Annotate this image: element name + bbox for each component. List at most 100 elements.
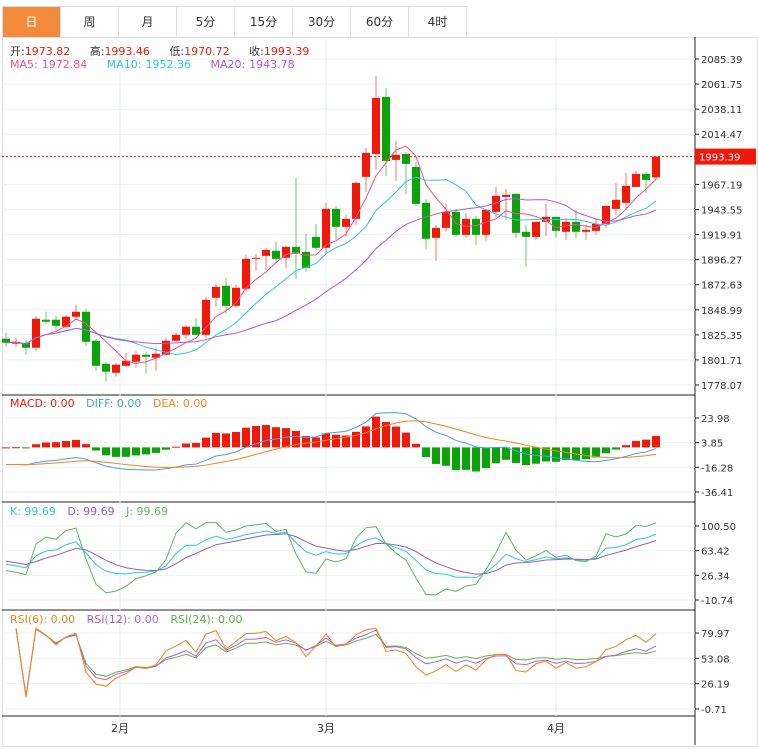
rsi-tick-label: 53.08 — [701, 654, 730, 665]
candle-up — [62, 316, 70, 327]
candle-up — [622, 185, 630, 203]
x-axis-label: 2月 — [111, 722, 129, 735]
macd-bar — [12, 447, 20, 449]
macd-bar — [182, 443, 190, 448]
last-price-label: 1993.39 — [699, 153, 740, 164]
candle-down — [642, 173, 650, 180]
candle-up — [652, 156, 660, 178]
macd-bar — [552, 447, 560, 462]
candle-down — [102, 363, 110, 372]
open-label: 开: — [10, 45, 25, 58]
candle-up — [532, 221, 540, 237]
macd-bar — [372, 416, 380, 448]
macd-bar — [462, 447, 470, 470]
candle-down — [82, 311, 90, 342]
candle-up — [252, 257, 260, 259]
macd-bar — [72, 439, 80, 448]
macd-bar — [632, 440, 640, 448]
rsi-legend: RSI(6): 0.00 RSI(12): 0.00 RSI(24): 0.00 — [10, 613, 250, 626]
macd-bar — [192, 442, 200, 448]
price-tick-label: 1919.91 — [701, 231, 742, 242]
ma5-value: 1972.84 — [41, 58, 88, 71]
k-line — [5, 530, 657, 579]
candle-up — [242, 258, 250, 289]
macd-bar — [602, 447, 610, 454]
price-tick-label: 1848.99 — [701, 306, 742, 317]
ma10-value: 1952.36 — [145, 58, 191, 71]
candle-down — [192, 326, 200, 335]
macd-bar — [242, 427, 250, 448]
kdj-tick-label: 100.50 — [701, 522, 736, 533]
macd-bar — [272, 427, 280, 448]
close-label: 收: — [249, 45, 264, 58]
candle-down — [292, 246, 300, 253]
macd-tick-label: 23.98 — [701, 414, 730, 425]
candle-up — [262, 249, 270, 256]
candle-up — [172, 334, 180, 341]
macd-bar — [262, 425, 270, 448]
candle-up — [202, 299, 210, 335]
macd-bar — [362, 426, 370, 448]
candle-up — [182, 326, 190, 335]
candle-up — [322, 208, 330, 248]
candle-down — [572, 221, 580, 232]
candle-up — [212, 286, 220, 298]
j-value: J: 99.69 — [126, 505, 169, 518]
low-value: 1970.72 — [184, 45, 230, 58]
candle-up — [442, 211, 450, 228]
price-tick-label: 2038.11 — [701, 105, 742, 116]
macd-bar — [172, 446, 180, 448]
ma-legend: MA5: 1972.84 MA10: 1952.36 MA20: 1943.78 — [10, 58, 311, 71]
candle-up — [372, 97, 380, 154]
macd-bar — [332, 434, 340, 448]
kdj-legend: K: 99.69 D: 99.69 J: 99.69 — [10, 505, 176, 518]
rsi24-value: RSI(24): 0.00 — [170, 613, 243, 626]
ma5-label: MA5: — [10, 58, 38, 71]
macd-bar — [142, 447, 150, 455]
kdj-tick-label: 26.34 — [701, 571, 730, 582]
macd-bar — [652, 435, 660, 448]
low-label: 低: — [169, 45, 185, 58]
macd-tick-label: -16.28 — [701, 463, 733, 474]
candle-up — [632, 173, 640, 187]
kdj-tick-label: 63.42 — [701, 547, 730, 558]
candle-up — [612, 199, 620, 209]
macd-bar — [122, 447, 130, 457]
dea-value: DEA: 0.00 — [152, 397, 208, 410]
macd-bar — [392, 426, 400, 448]
macd-bar — [92, 447, 100, 451]
candle-down — [412, 166, 420, 204]
candle-down — [422, 202, 430, 239]
macd-bar — [492, 447, 500, 464]
price-tick-label: 2014.47 — [701, 130, 742, 141]
macd-bar — [152, 447, 160, 453]
diff-value: DIFF: 0.00 — [86, 397, 142, 410]
macd-bar — [52, 442, 60, 448]
candle-down — [42, 319, 50, 322]
macd-bar — [422, 447, 430, 458]
rsi-tick-label: 26.19 — [701, 680, 730, 691]
macd-bar — [2, 447, 10, 449]
candle-up — [352, 182, 360, 219]
macd-bar — [162, 447, 170, 450]
macd-bar — [612, 447, 620, 450]
price-tick-label: 1801.71 — [701, 356, 742, 367]
candle-down — [92, 340, 100, 366]
k-value: K: 99.69 — [10, 505, 56, 518]
macd-bar — [62, 441, 70, 448]
macd-bar — [402, 432, 410, 448]
high-label: 高: — [89, 45, 105, 58]
macd-bar — [82, 444, 90, 448]
ma20-label: MA20: — [210, 58, 246, 71]
candle-up — [132, 354, 140, 362]
macd-bar — [232, 431, 240, 448]
ma5-line — [5, 145, 657, 365]
candle-up — [342, 218, 350, 227]
kline-chart[interactable]: 2月 3月 4月 2085.39 2061.75 2038.11 2014.47 1967.1… — [0, 0, 758, 750]
ma20-value: 1943.78 — [249, 58, 295, 71]
rsi-tick-label: 79.97 — [701, 629, 730, 640]
close-value: 1993.39 — [263, 45, 310, 58]
macd-bar — [212, 432, 220, 448]
candle-down — [522, 231, 530, 237]
rsi-tick-label: -0.71 — [701, 705, 727, 716]
